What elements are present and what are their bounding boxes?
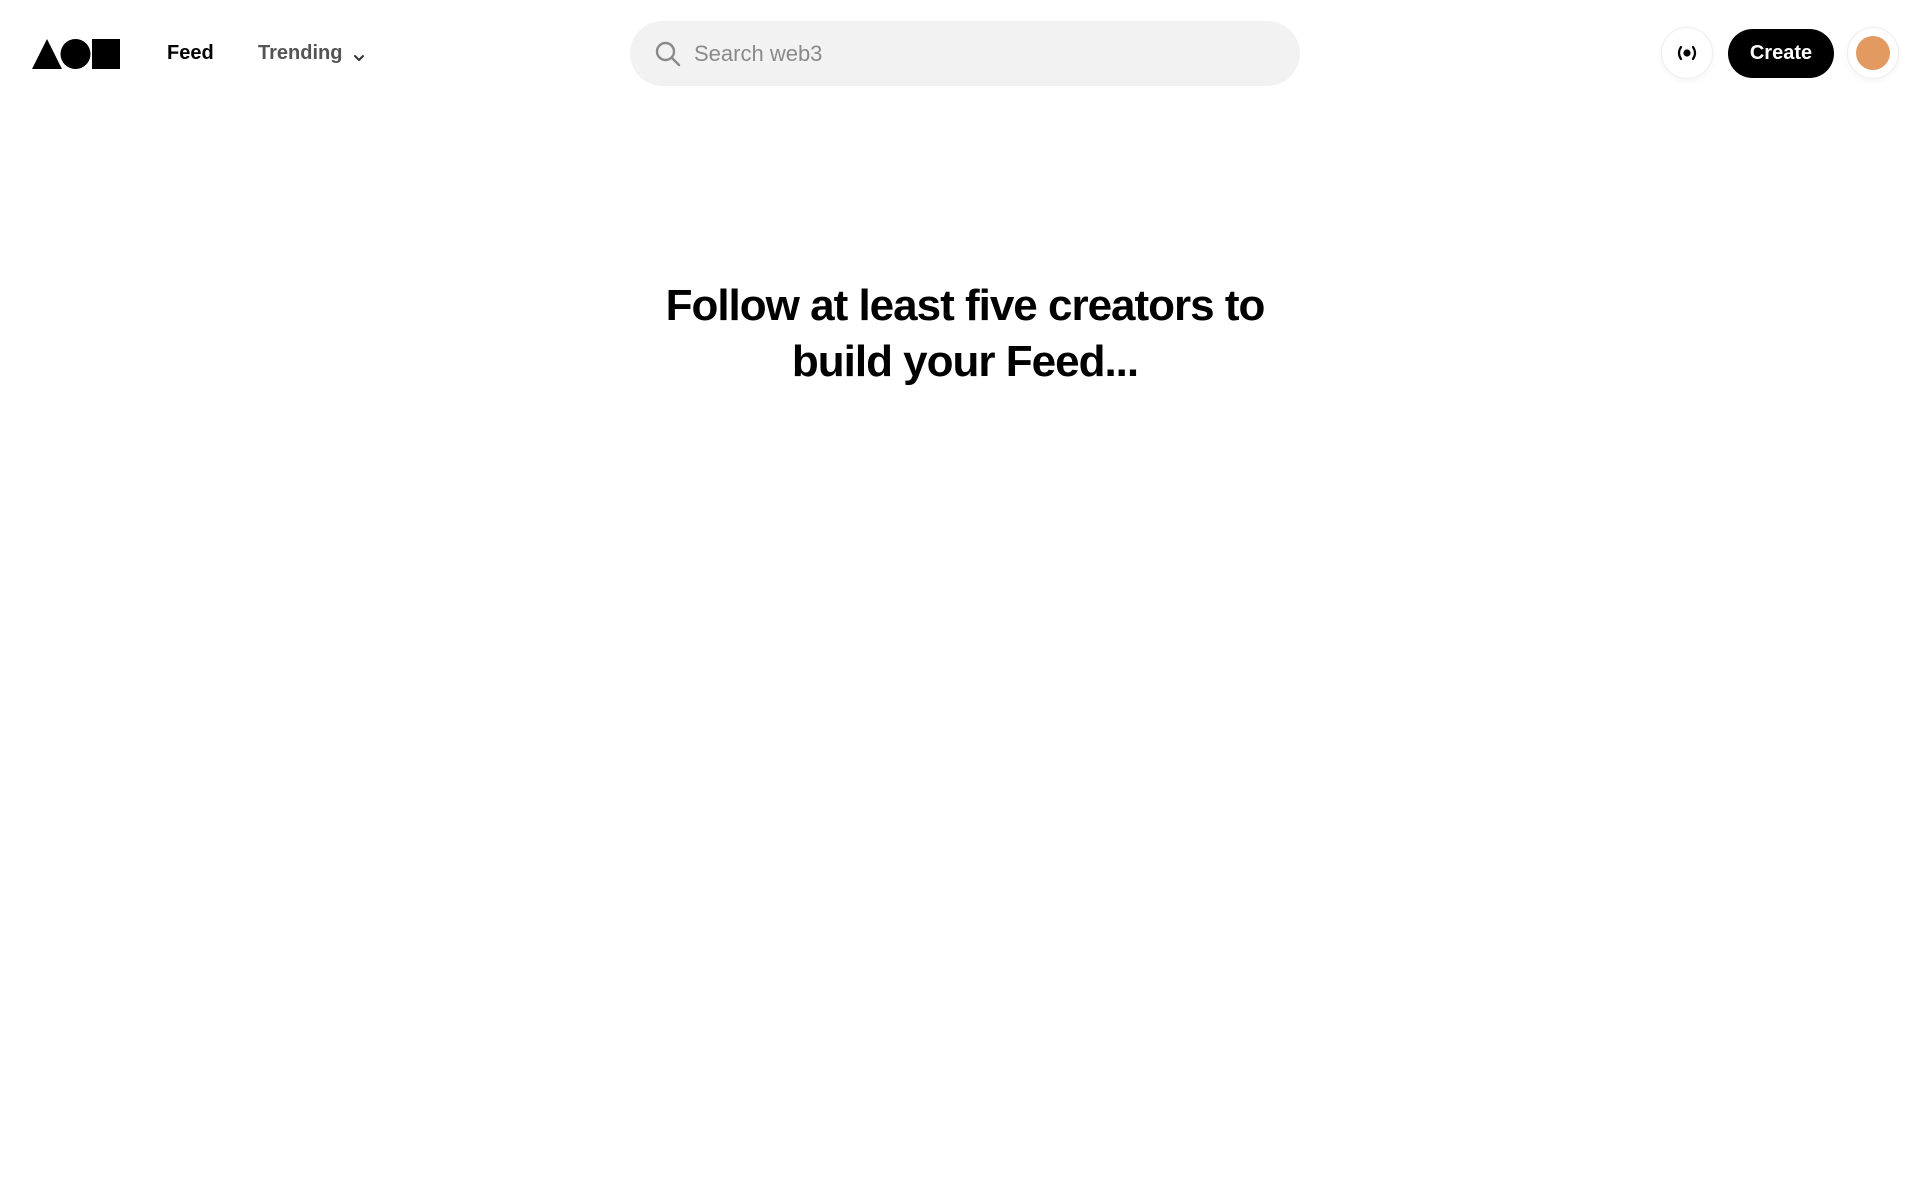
live-broadcast-button[interactable] — [1662, 28, 1712, 78]
nav-trending-dropdown[interactable]: Trending — [258, 40, 366, 66]
broadcast-icon — [1677, 45, 1697, 61]
search-bar[interactable] — [630, 21, 1300, 86]
home-logo[interactable] — [32, 37, 120, 69]
empty-feed-message: Follow at least five creators to build y… — [665, 281, 1266, 386]
top-navigation-bar: Feed Trending Search web3 Create — [0, 0, 1920, 108]
nav-trending-label: Trending — [258, 42, 343, 64]
create-button[interactable]: Create — [1728, 29, 1834, 78]
app-root: Feed Trending Search web3 Create Follow … — [0, 0, 1920, 1200]
nav-feed[interactable]: Feed — [167, 40, 214, 66]
triangle-circle-square-logo-icon — [32, 39, 120, 69]
search-input[interactable] — [694, 21, 1274, 86]
search-icon — [654, 40, 682, 68]
user-avatar-button[interactable] — [1848, 28, 1898, 78]
avatar — [1856, 36, 1890, 70]
chevron-down-icon — [352, 46, 366, 61]
